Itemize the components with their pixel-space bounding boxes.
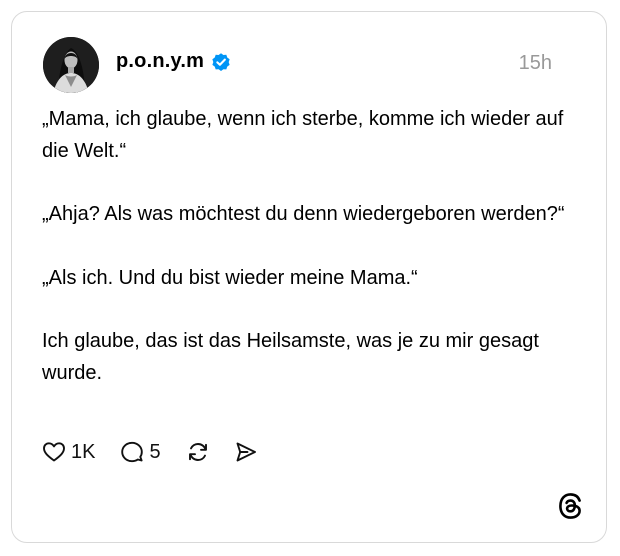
share-button[interactable]: [234, 440, 258, 464]
heart-icon: [43, 442, 65, 462]
repost-icon: [188, 443, 207, 461]
avatar[interactable]: [43, 37, 99, 93]
like-button[interactable]: 1K: [42, 440, 95, 464]
reply-count: 5: [149, 440, 161, 463]
post-actions: 1K 5: [42, 440, 258, 464]
avatar-portrait: [43, 37, 99, 93]
post-text: „Mama, ich glaube, wenn ich sterbe, komm…: [42, 104, 582, 389]
threads-logo-icon[interactable]: [557, 492, 583, 520]
username[interactable]: p.o.n.y.m: [116, 50, 204, 73]
post-paragraph: „Ahja? Als was möchtest du denn wiederge…: [42, 203, 565, 225]
reply-button[interactable]: 5: [120, 440, 161, 464]
post-card: p.o.n.y.m 15h „Mama, ich glaube, wenn ic…: [11, 11, 607, 543]
send-icon: [236, 442, 256, 462]
post-paragraph: „Mama, ich glaube, wenn ich sterbe, komm…: [42, 108, 564, 162]
post-paragraph: Ich glaube, das ist das Heilsamste, was …: [42, 330, 539, 384]
repost-button[interactable]: [186, 440, 210, 464]
post-paragraph: „Als ich. Und du bist wieder meine Mama.…: [42, 266, 418, 289]
like-count: 1K: [71, 440, 96, 463]
verified-badge-icon: [212, 52, 230, 71]
post-timestamp: 15h: [518, 52, 552, 74]
post-header: p.o.n.y.m: [116, 50, 232, 73]
speech-bubble-icon: [121, 441, 144, 463]
